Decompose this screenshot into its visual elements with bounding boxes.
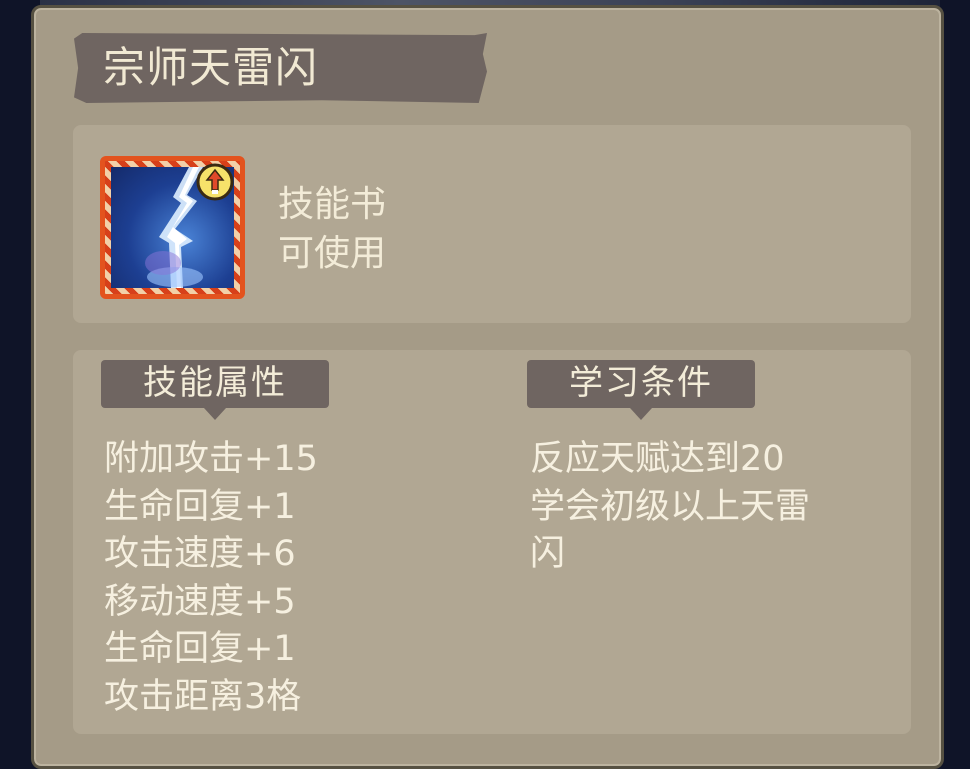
- item-title: 宗师天雷闪: [103, 43, 319, 92]
- upgrade-badge-icon: [196, 163, 234, 201]
- requirement-item: 闪: [530, 534, 566, 574]
- learn-requirements-header: 学习条件: [527, 360, 755, 420]
- item-status-label: 可使用: [278, 233, 387, 274]
- requirement-item: 反应天赋达到20: [530, 439, 785, 479]
- attribute-item: 攻击速度+6: [104, 534, 296, 574]
- attribute-item: 生命回复+1: [104, 629, 296, 669]
- attribute-item: 生命回复+1: [104, 486, 296, 527]
- attribute-item: 攻击距离3格: [104, 676, 302, 717]
- skill-attributes-title: 技能属性: [143, 363, 287, 403]
- skill-attributes-list: 附加攻击+15 生命回复+1 攻击速度+6 移动速度+5 生命回复+1 攻击距离…: [104, 436, 318, 721]
- attribute-item: 移动速度+5: [104, 581, 296, 622]
- skill-attributes-header: 技能属性: [101, 360, 329, 420]
- requirement-item: 学会初级以上天雷: [530, 486, 811, 527]
- attribute-item: 附加攻击+15: [104, 439, 318, 479]
- learn-requirements-title: 学习条件: [569, 363, 713, 403]
- item-type-label: 技能书: [278, 184, 387, 225]
- learn-requirements-list: 反应天赋达到20 学会初级以上天雷 闪: [530, 436, 870, 579]
